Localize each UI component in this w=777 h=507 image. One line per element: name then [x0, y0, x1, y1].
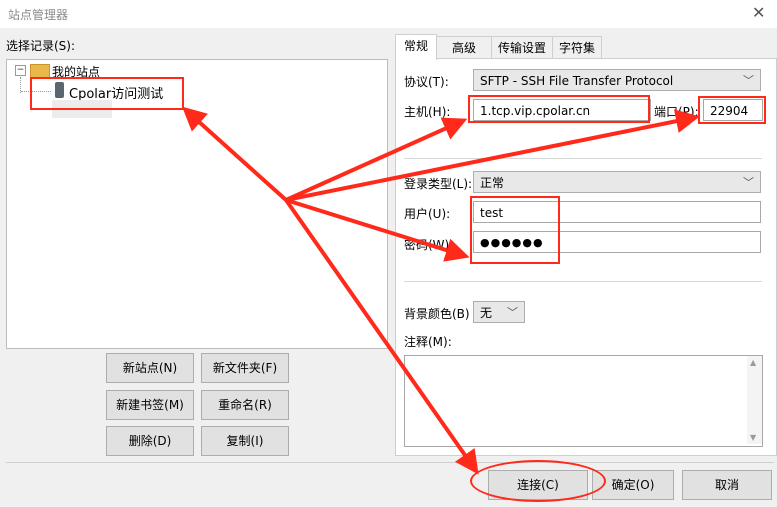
arrow-to-credentials	[285, 198, 470, 262]
annotation-arrows	[182, 106, 700, 475]
arrow-to-connect	[284, 198, 479, 475]
arrow-to-port	[285, 109, 700, 202]
arrow-to-site	[182, 106, 288, 202]
tab-general[interactable]: 常规	[395, 34, 437, 60]
arrow-to-host	[285, 117, 468, 202]
